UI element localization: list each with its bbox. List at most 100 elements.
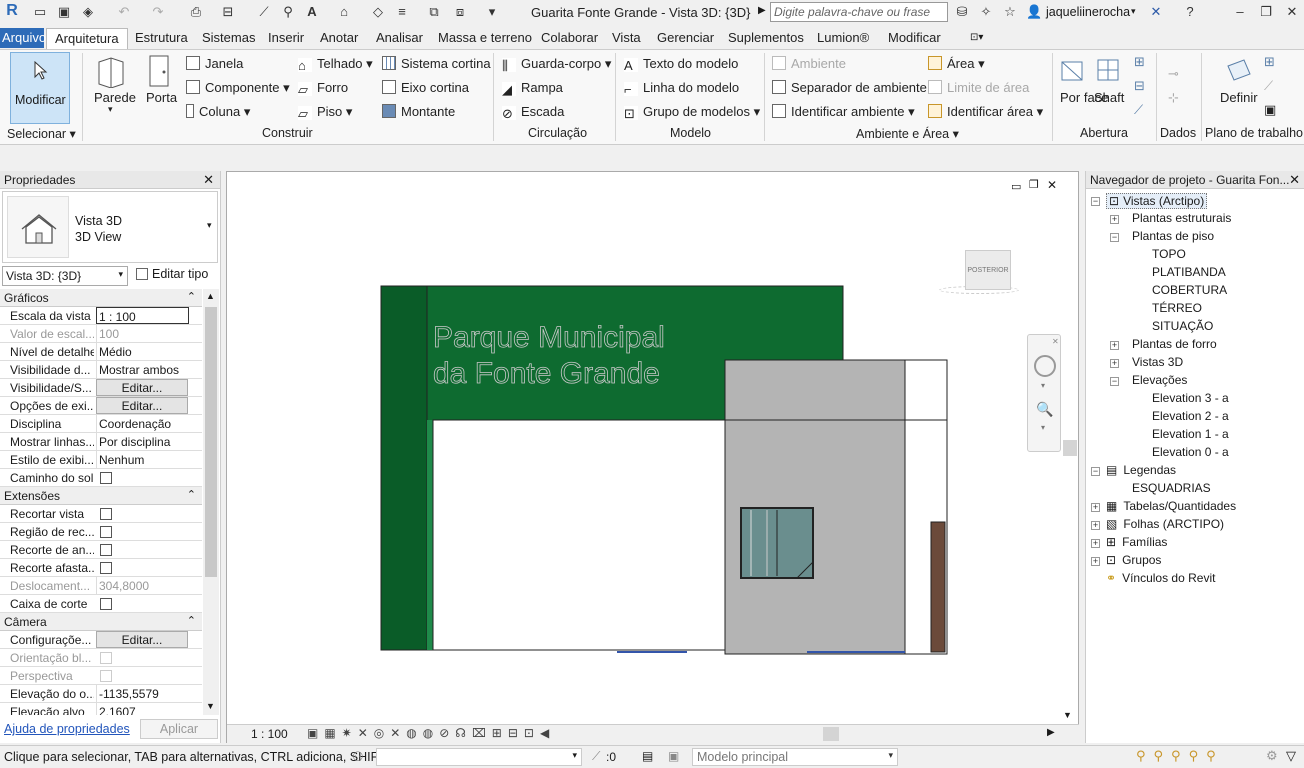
edit-button[interactable]: Editar... bbox=[96, 397, 188, 414]
stair-button[interactable]: ⊘ Escada bbox=[502, 104, 564, 121]
area-button[interactable]: Área ▾ bbox=[928, 56, 985, 72]
tab-lumion[interactable]: Lumion® bbox=[817, 30, 869, 48]
checkbox[interactable] bbox=[100, 562, 112, 574]
binoculars-icon[interactable]: ⛁ bbox=[954, 4, 970, 20]
tree-item-revit-links[interactable]: ⚭ Vínculos do Revit bbox=[1106, 571, 1215, 585]
railing-button[interactable]: ⫼ Guarda-corpo ▾ bbox=[502, 56, 611, 73]
tree-item-elevations[interactable]: Elevações bbox=[1132, 373, 1187, 387]
prop-row[interactable]: Escala da vista 1 : 100 bbox=[0, 307, 202, 325]
3d-view-icon[interactable]: ⌂ bbox=[336, 4, 352, 20]
panel-ambiente[interactable]: Ambiente e Área ▾ bbox=[856, 126, 959, 141]
type-selector[interactable]: Vista 3D 3D View ▾ bbox=[2, 191, 218, 263]
steering-wheel-icon[interactable] bbox=[1034, 355, 1056, 377]
view-cube-face[interactable]: POSTERIOR bbox=[965, 250, 1011, 290]
tree-views-root[interactable]: ⊡ Vistas (Arctipo) bbox=[1106, 193, 1208, 209]
redo-icon[interactable]: ↷ bbox=[150, 4, 166, 20]
model-line-button[interactable]: ⌐ Linha do modelo bbox=[624, 80, 739, 97]
restore-icon[interactable]: ❐ bbox=[1258, 4, 1274, 20]
curtain-system-button[interactable]: Sistema cortina bbox=[382, 56, 491, 71]
collapse-icon[interactable]: − bbox=[1091, 467, 1100, 476]
print-icon[interactable]: ⎙ bbox=[188, 4, 204, 20]
room-button[interactable]: Ambiente bbox=[772, 56, 846, 71]
revit-logo-icon[interactable]: R bbox=[4, 3, 20, 19]
wall-opening-icon[interactable]: ⊞ bbox=[1134, 54, 1145, 70]
properties-scrollbar[interactable]: ▲ ▼ bbox=[203, 289, 219, 715]
tab-colaborar[interactable]: Colaborar bbox=[541, 30, 598, 48]
tab-suplementos[interactable]: Suplementos bbox=[728, 30, 804, 48]
expand-search-icon[interactable]: ▶ bbox=[758, 5, 766, 16]
floor-button[interactable]: ▱ Piso ▾ bbox=[298, 104, 352, 121]
tree-item-legends[interactable]: ▤ Legendas bbox=[1106, 463, 1176, 477]
tab-modificar[interactable]: Modificar bbox=[888, 30, 941, 48]
prop-row[interactable]: Recorte afasta... bbox=[0, 559, 202, 577]
panel-selecionar[interactable]: Selecionar ▾ bbox=[7, 126, 76, 141]
view-hscroll-thumb[interactable] bbox=[823, 727, 839, 741]
view-close-icon[interactable]: ✕ bbox=[1047, 178, 1057, 192]
user-name[interactable]: jaqueliinerocha bbox=[1046, 5, 1130, 19]
ceiling-button[interactable]: ▱ Forro bbox=[298, 80, 348, 97]
selection-options-icons[interactable]: ⚲⚲⚲⚲⚲ bbox=[1136, 748, 1224, 764]
view-controls-icons[interactable]: ▣▦✷✕◎✕◍◍⊘☊⌧⊞⊟⊡◀ bbox=[307, 726, 555, 740]
show-plane-icon[interactable]: ⊞ bbox=[1264, 54, 1275, 70]
shaft-button[interactable]: Shaft bbox=[1094, 90, 1124, 105]
checkbox[interactable] bbox=[100, 544, 112, 556]
prop-row[interactable]: Região de rec... bbox=[0, 523, 202, 541]
tag-room-button[interactable]: Identificar ambiente ▾ bbox=[772, 104, 915, 120]
room-separator-button[interactable]: Separador de ambiente bbox=[772, 80, 927, 95]
close-icon[interactable]: ✕ bbox=[1284, 4, 1300, 20]
switch-windows-icon[interactable]: ⧈ bbox=[452, 4, 468, 20]
collapse-icon[interactable]: − bbox=[1110, 377, 1119, 386]
view-scale[interactable]: 1 : 100 bbox=[251, 727, 288, 741]
prop-row[interactable]: Mostrar linhas... Por disciplina bbox=[0, 433, 202, 451]
undo-icon[interactable]: ↶ bbox=[116, 4, 132, 20]
viewer-icon[interactable]: ▣ bbox=[1264, 102, 1276, 118]
close-browser-icon[interactable]: ✕ bbox=[1289, 172, 1300, 188]
tree-item-elevation-0[interactable]: Elevation 0 - a bbox=[1152, 445, 1229, 459]
view-cube[interactable]: POSTERIOR bbox=[939, 248, 1029, 298]
thin-lines-icon[interactable]: ≡ bbox=[394, 4, 410, 20]
prop-row[interactable]: Caminho do sol bbox=[0, 469, 202, 487]
expand-icon[interactable]: + bbox=[1091, 503, 1100, 512]
prop-row[interactable]: Caixa de corte bbox=[0, 595, 202, 613]
minimize-icon[interactable]: – bbox=[1232, 4, 1248, 20]
prop-row[interactable]: Elevação alvo 2,1607 bbox=[0, 703, 202, 715]
user-dropdown-icon[interactable]: ▾ bbox=[1131, 6, 1136, 17]
tree-item-elevation-1[interactable]: Elevation 1 - a bbox=[1152, 427, 1229, 441]
instance-selector[interactable]: Vista 3D: {3D} ▾ bbox=[2, 266, 128, 286]
tab-inserir[interactable]: Inserir bbox=[268, 30, 304, 48]
tab-massa[interactable]: Massa e terreno bbox=[438, 30, 532, 48]
view-minimize-icon[interactable]: ▭ bbox=[1011, 180, 1021, 193]
tab-anotar[interactable]: Anotar bbox=[320, 30, 358, 48]
close-properties-icon[interactable]: ✕ bbox=[203, 172, 214, 188]
door-button[interactable]: Porta bbox=[146, 90, 177, 105]
3d-viewport[interactable]: ▭ ❐ ✕ POSTERIOR ✕ ▾ 🔍 ▾ ▼ Parque Municip… bbox=[226, 171, 1079, 743]
filter-icon[interactable]: ▽ bbox=[1286, 748, 1296, 764]
view-hscroll-right-icon[interactable]: ▶ bbox=[1047, 727, 1055, 738]
zoom-dropdown-icon[interactable]: ▾ bbox=[1041, 423, 1045, 432]
ref-plane-icon[interactable]: ⟋ bbox=[1264, 78, 1273, 94]
zoom-region-icon[interactable]: 🔍 bbox=[1036, 401, 1053, 418]
checkbox[interactable] bbox=[100, 472, 112, 484]
prop-row[interactable]: Disciplina Coordenação bbox=[0, 415, 202, 433]
design-option-dropdown[interactable]: Modelo principal ▾ bbox=[692, 748, 898, 766]
background-process-icon[interactable]: ⚙ bbox=[1266, 748, 1278, 764]
view-restore-icon[interactable]: ❐ bbox=[1029, 178, 1039, 191]
edit-button[interactable]: Editar... bbox=[96, 631, 188, 648]
prop-row[interactable]: Nível de detalhe Médio bbox=[0, 343, 202, 361]
expand-icon[interactable]: + bbox=[1091, 539, 1100, 548]
tree-item-schedules[interactable]: ▦ Tabelas/Quantidades bbox=[1106, 499, 1236, 513]
group-camera[interactable]: Câmera ⌃ bbox=[0, 613, 202, 631]
tab-estrutura[interactable]: Estrutura bbox=[135, 30, 188, 48]
dimension-icon[interactable]: ⟋ bbox=[256, 4, 272, 20]
properties-help-link[interactable]: Ajuda de propriedades bbox=[4, 722, 130, 736]
column-button[interactable]: Coluna ▾ bbox=[186, 104, 250, 120]
measure-icon[interactable]: ⊟ bbox=[220, 4, 236, 20]
help-icon[interactable]: ? bbox=[1182, 4, 1198, 20]
prop-row[interactable]: Opções de exi... Editar... bbox=[0, 397, 202, 415]
collapse-icon[interactable]: − bbox=[1110, 233, 1119, 242]
design-options-icon[interactable]: ▣ bbox=[668, 749, 679, 763]
tab-analisar[interactable]: Analisar bbox=[376, 30, 423, 48]
prop-row[interactable]: Recortar vista bbox=[0, 505, 202, 523]
view-scroll-down-icon[interactable]: ▼ bbox=[1063, 710, 1072, 720]
tree-item-3d-views[interactable]: Vistas 3D bbox=[1132, 355, 1183, 369]
